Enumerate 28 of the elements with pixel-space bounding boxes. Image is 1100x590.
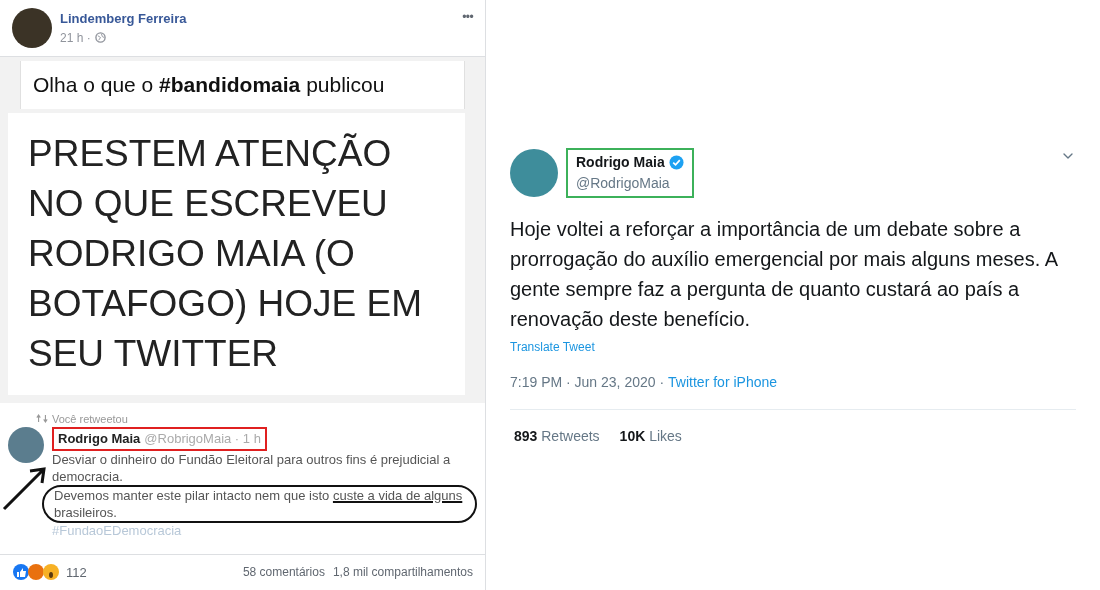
- more-button[interactable]: •••: [462, 8, 473, 26]
- retweet-context: Você retweetou: [52, 411, 128, 427]
- translate-link[interactable]: Translate Tweet: [510, 338, 595, 356]
- tweet-stat[interactable]: 10K Likes: [619, 426, 682, 447]
- post-time[interactable]: 21 h ·: [60, 28, 91, 47]
- arrow-drawing: [2, 464, 48, 511]
- retweet-text: Devemos manter este pilar intacto nem que isto custe a vida de alguns brasileiros.: [42, 484, 477, 523]
- retweet-handle: @RobrigoMaia · 1 h: [144, 430, 261, 448]
- share-count[interactable]: 1,8 mil compartilhamentos: [332, 563, 473, 582]
- avatar[interactable]: [12, 8, 52, 48]
- reaction-count[interactable]: 112: [66, 562, 87, 582]
- image-headline: PRESTEM ATENÇÃO NO QUE ESCREVEU RODRIGO MAIA (O BOTAFOGO) HOJE EM SEU TWITTER: [28, 131, 423, 376]
- retweet-text: Desviar o dinheiro do Fundão Eleitoral para outros fins é prejudicial a democracia.: [52, 450, 452, 485]
- source-link[interactable]: Twitter for iPhone: [668, 372, 778, 393]
- author-name[interactable]: Lindemberg Ferreira: [60, 9, 455, 29]
- reaction-icons: [12, 563, 62, 582]
- retweet-icon: [36, 414, 48, 424]
- tweet-handle[interactable]: @RodrigoMaia: [576, 173, 684, 194]
- tweet-text: Hoje voltei a reforçar a importância de um debate sobre a prorrogação do auxílio emergencial por mais alguns meses. A gente sempre faz a pergunta de quanto custará ao país a renovação deste benefício.: [510, 217, 1059, 332]
- avatar: [8, 427, 44, 463]
- tweet-stat[interactable]: 893 Retweets: [514, 426, 600, 447]
- image-caption: Olha o que o #bandidomaia publicou: [33, 72, 386, 98]
- tweet-author[interactable]: Rodrigo Maia: [576, 152, 665, 173]
- retweet-author: Rodrigo Maia: [58, 430, 141, 448]
- globe-icon: [94, 32, 106, 44]
- comment-count[interactable]: 58 comentários: [242, 563, 325, 582]
- verified-icon: [668, 155, 684, 170]
- tweet-timestamp: 7:19 PM · Jun 23, 2020 ·: [510, 373, 665, 392]
